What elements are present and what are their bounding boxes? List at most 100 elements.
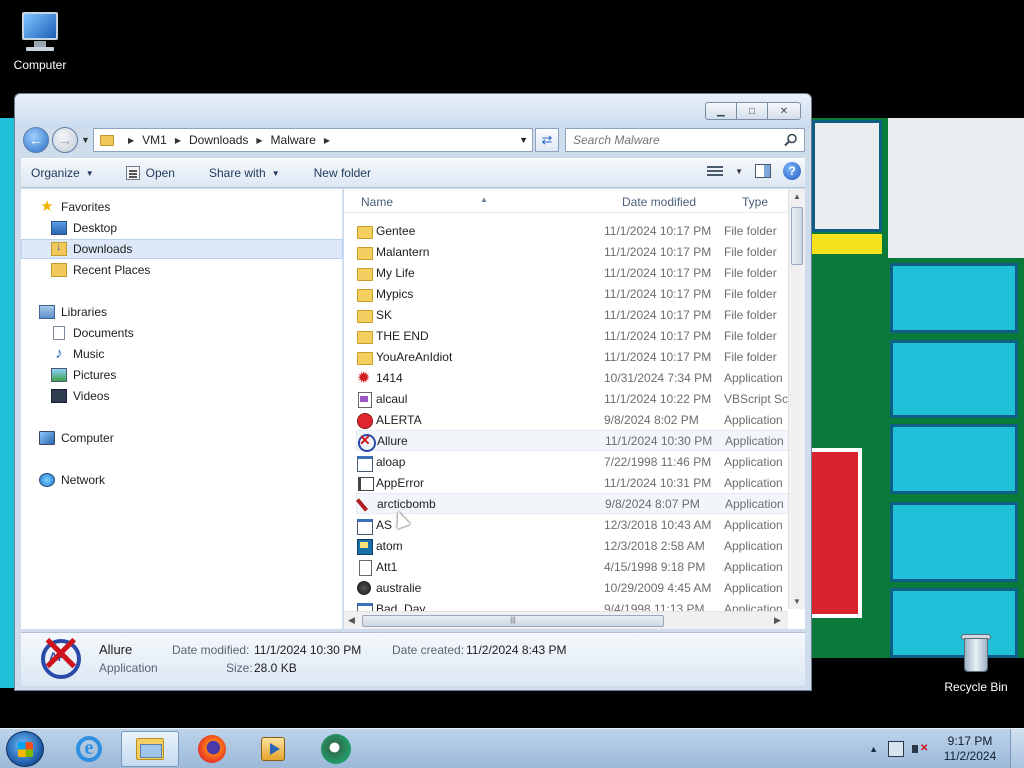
file-row[interactable]: Att1 4/15/1998 9:18 PM Application bbox=[356, 556, 790, 577]
nav-pictures[interactable]: Pictures bbox=[21, 365, 343, 385]
horizontal-scroll-thumb[interactable]: ||| bbox=[362, 615, 664, 627]
search-input[interactable] bbox=[565, 128, 805, 152]
breadcrumb-separator-icon[interactable]: ▶ bbox=[324, 136, 330, 145]
file-row[interactable]: arcticbomb 9/8/2024 8:07 PM Application bbox=[356, 493, 790, 514]
downloads-icon bbox=[51, 241, 67, 256]
file-row[interactable]: 1414 10/31/2024 7:34 PM Application bbox=[356, 367, 790, 388]
file-date-modified: 11/1/2024 10:17 PM bbox=[604, 328, 712, 343]
scroll-up-icon[interactable]: ▲ bbox=[793, 192, 801, 201]
nav-recent-places[interactable]: Recent Places bbox=[21, 260, 343, 280]
forward-button[interactable]: → bbox=[52, 127, 78, 153]
arrow-right-icon: → bbox=[58, 132, 72, 148]
open-button[interactable]: Open bbox=[116, 161, 185, 185]
minimize-button[interactable]: ▁ bbox=[705, 102, 737, 120]
help-icon[interactable]: ? bbox=[783, 162, 801, 180]
nav-documents[interactable]: Documents bbox=[21, 323, 343, 343]
nav-downloads[interactable]: Downloads bbox=[21, 239, 343, 259]
search-icon[interactable] bbox=[784, 133, 798, 147]
nav-videos[interactable]: Videos bbox=[21, 386, 343, 406]
horizontal-scrollbar[interactable]: ◀ ||| ▶ bbox=[344, 611, 788, 629]
maximize-button[interactable]: □ bbox=[736, 102, 768, 120]
file-row[interactable]: australie 10/29/2009 4:45 AM Application bbox=[356, 577, 790, 598]
close-button[interactable]: ✕ bbox=[767, 102, 801, 120]
burst-icon bbox=[356, 368, 372, 388]
change-view-icon[interactable] bbox=[707, 165, 724, 177]
file-row[interactable]: AS 12/3/2018 10:43 AM Application bbox=[356, 514, 790, 535]
scroll-down-icon[interactable]: ▼ bbox=[793, 597, 801, 606]
file-row[interactable]: YouAreAnIdiot 11/1/2024 10:17 PM File fold… bbox=[356, 346, 790, 367]
taskbar-media-player[interactable] bbox=[244, 731, 302, 767]
organize-button[interactable]: Organize ▼ bbox=[21, 161, 104, 185]
chevron-down-icon: ▼ bbox=[85, 168, 94, 178]
start-button[interactable] bbox=[6, 731, 44, 767]
file-row[interactable]: atom 12/3/2018 2:58 AM Application bbox=[356, 535, 790, 556]
breadcrumb-downloads[interactable]: Downloads bbox=[189, 133, 248, 147]
pictures-icon bbox=[51, 368, 67, 382]
desktop-icon-recycle-bin[interactable]: Recycle Bin bbox=[936, 632, 1016, 694]
desktop-icon-computer[interactable]: Computer bbox=[0, 10, 80, 72]
music-note-icon: ♪ bbox=[55, 345, 63, 362]
vertical-scrollbar[interactable]: ▲ ▼ bbox=[788, 189, 805, 609]
taskbar-internet-explorer[interactable]: e bbox=[60, 731, 118, 767]
open-label: Open bbox=[145, 166, 175, 180]
show-desktop-button[interactable] bbox=[1010, 729, 1024, 768]
view-options-dropdown[interactable]: ▼ bbox=[735, 167, 743, 176]
taskbar-firefox[interactable] bbox=[183, 731, 241, 767]
taskbar-app[interactable] bbox=[307, 731, 365, 767]
volume-muted-icon[interactable] bbox=[912, 741, 928, 757]
file-row[interactable]: Malantern 11/1/2024 10:17 PM File folder bbox=[356, 241, 790, 262]
column-header-name[interactable]: Name bbox=[361, 195, 393, 209]
show-hidden-icons-icon[interactable]: ▲ bbox=[869, 744, 878, 754]
app-window-icon bbox=[356, 517, 373, 535]
vertical-scroll-thumb[interactable] bbox=[791, 207, 803, 265]
file-row[interactable]: ALERTA 9/8/2024 8:02 PM Application bbox=[356, 409, 790, 430]
address-history-dropdown[interactable]: ▼ bbox=[519, 135, 528, 145]
file-row[interactable]: My Life 11/1/2024 10:17 PM File folder bbox=[356, 262, 790, 283]
breadcrumb-separator-icon[interactable]: ▶ bbox=[128, 136, 134, 145]
libraries-icon bbox=[39, 305, 55, 319]
file-list: ▲ Name Date modified Type Gentee 11/1/202… bbox=[344, 189, 805, 629]
recent-pages-dropdown[interactable]: ▼ bbox=[81, 135, 90, 145]
breadcrumb-separator-icon[interactable]: ▶ bbox=[256, 136, 262, 145]
breadcrumb-malware[interactable]: Malware bbox=[271, 133, 316, 147]
new-folder-button[interactable]: New folder bbox=[304, 161, 381, 185]
column-header-type[interactable]: Type bbox=[742, 195, 768, 209]
file-row[interactable]: alcaul 11/1/2024 10:22 PM VBScript Script … bbox=[356, 388, 790, 409]
share-with-button[interactable]: Share with ▼ bbox=[199, 161, 290, 185]
nav-computer[interactable]: Computer bbox=[21, 428, 343, 448]
back-button[interactable]: ← bbox=[23, 127, 49, 153]
file-row[interactable]: SK 11/1/2024 10:17 PM File folder bbox=[356, 304, 790, 325]
new-folder-label: New folder bbox=[313, 166, 371, 180]
explorer-window: ▁ □ ✕ ← → ▼ ▶ VM1 ▶ Downloads ▶ Malware … bbox=[14, 93, 812, 691]
file-row[interactable]: THE END 11/1/2024 10:17 PM File folder bbox=[356, 325, 790, 346]
vbscript-icon bbox=[356, 391, 372, 408]
recycle-bin-icon bbox=[952, 632, 1000, 678]
nav-network[interactable]: Network bbox=[21, 470, 343, 490]
address-bar[interactable]: ▶ VM1 ▶ Downloads ▶ Malware ▶ ▼ bbox=[93, 128, 533, 152]
breadcrumb-vm1[interactable]: VM1 bbox=[142, 133, 167, 147]
file-row[interactable]: AppError 11/1/2024 10:31 PM Application bbox=[356, 472, 790, 493]
nav-desktop[interactable]: Desktop bbox=[21, 218, 343, 238]
file-date-modified: 12/3/2018 2:58 AM bbox=[604, 538, 705, 553]
nav-favorites[interactable]: ★ Favorites bbox=[21, 197, 343, 217]
refresh-button[interactable]: ⇄ bbox=[535, 128, 559, 152]
network-status-icon[interactable] bbox=[888, 741, 904, 757]
folder-icon bbox=[356, 265, 373, 281]
scroll-left-icon[interactable]: ◀ bbox=[348, 615, 355, 626]
organize-label: Organize bbox=[31, 166, 80, 180]
nav-libraries[interactable]: Libraries bbox=[21, 302, 343, 322]
breadcrumb-separator-icon[interactable]: ▶ bbox=[175, 136, 181, 145]
file-date-modified: 12/3/2018 10:43 AM bbox=[604, 517, 712, 532]
file-row[interactable]: aloap 7/22/1998 11:46 PM Application bbox=[356, 451, 790, 472]
column-header-date-modified[interactable]: Date modified bbox=[622, 195, 696, 209]
taskbar-windows-explorer[interactable] bbox=[121, 731, 179, 767]
clock[interactable]: 9:17 PM 11/2/2024 bbox=[936, 734, 1004, 764]
file-name: YouAreAnIdiot bbox=[376, 349, 453, 364]
file-row[interactable]: Mypics 11/1/2024 10:17 PM File folder bbox=[356, 283, 790, 304]
preview-pane-icon[interactable] bbox=[755, 164, 771, 178]
scroll-right-icon[interactable]: ▶ bbox=[774, 615, 781, 626]
file-row[interactable]: Allure 11/1/2024 10:30 PM Application bbox=[356, 430, 790, 452]
title-bar[interactable]: ▁ □ ✕ bbox=[15, 94, 811, 128]
file-row[interactable]: Gentee 11/1/2024 10:17 PM File folder bbox=[356, 220, 790, 241]
nav-music[interactable]: ♪ Music bbox=[21, 344, 343, 364]
